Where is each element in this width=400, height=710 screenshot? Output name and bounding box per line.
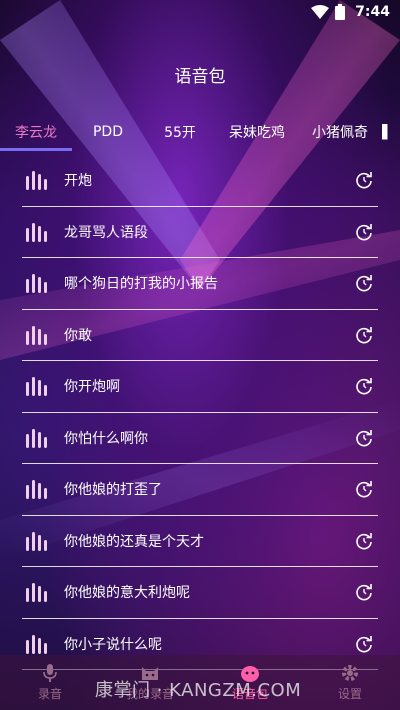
status-time: 7:44 (355, 4, 390, 20)
battery-icon (335, 4, 346, 20)
voice-clip-row[interactable]: 你他娘的意大利炮呢 (22, 567, 378, 619)
voice-clip-label: 你小子说什么呢 (64, 636, 162, 653)
replay-icon[interactable] (354, 582, 374, 602)
replay-icon[interactable] (354, 634, 374, 654)
microphone-icon (43, 664, 57, 682)
status-bar: 7:44 (0, 0, 400, 24)
voice-clip-label: 龙哥骂人语段 (64, 224, 148, 241)
voice-clip-row[interactable]: 哪个狗日的打我的小报告 (22, 258, 378, 310)
voice-clip-row[interactable]: 你开炮啊 (22, 361, 378, 413)
tab-pdd[interactable]: PDD (72, 124, 144, 140)
nav-settings-label: 设置 (337, 687, 362, 701)
tab-55kai[interactable]: 55开 (144, 122, 216, 142)
audio-bars-icon (26, 583, 47, 603)
voice-clip-row[interactable]: 你他娘的打歪了 (22, 464, 378, 516)
replay-icon[interactable] (354, 531, 374, 551)
voice-clip-row[interactable]: 开炮 (22, 155, 378, 207)
audio-bars-icon (26, 634, 47, 654)
voice-clip-label: 你敢 (64, 327, 92, 344)
replay-icon[interactable] (354, 273, 374, 293)
tab-daimei-chiji[interactable]: 呆妹吃鸡 (216, 122, 298, 142)
replay-icon[interactable] (354, 170, 374, 190)
nav-record-label: 录音 (37, 687, 62, 701)
replay-icon[interactable] (354, 376, 374, 396)
voice-clip-label: 哪个狗日的打我的小报告 (64, 276, 218, 293)
voice-pack-tabs: 李云龙 PDD 55开 呆妹吃鸡 小猪佩奇 ▌ (0, 112, 400, 152)
voice-clip-label: 你他娘的还真是个天才 (64, 533, 204, 550)
voice-clip-list: 开炮龙哥骂人语段哪个狗日的打我的小报告 你敢你开炮啊你怕什么啊你 你他娘的打歪了你他… (22, 155, 378, 670)
voice-clip-label: 你怕什么啊你 (64, 430, 148, 447)
replay-icon[interactable] (354, 479, 374, 499)
replay-icon[interactable] (354, 428, 374, 448)
audio-bars-icon (26, 428, 47, 448)
nav-settings[interactable]: 设置 (300, 655, 400, 710)
voice-clip-row[interactable]: 龙哥骂人语段 (22, 207, 378, 258)
gear-icon (342, 665, 358, 681)
replay-icon[interactable] (354, 325, 374, 345)
voice-clip-label: 你他娘的打歪了 (64, 482, 162, 499)
audio-bars-icon (26, 325, 47, 345)
active-tab-indicator (0, 148, 72, 151)
voice-clip-row[interactable]: 你敢 (22, 310, 378, 361)
tab-li-yunlong[interactable]: 李云龙 (0, 122, 72, 142)
audio-bars-icon (26, 274, 47, 294)
nav-record[interactable]: 录音 (0, 655, 100, 710)
wifi-icon (311, 5, 330, 19)
voice-clip-label: 你开炮啊 (64, 379, 120, 396)
audio-bars-icon (26, 531, 47, 551)
voice-clip-row[interactable]: 你怕什么啊你 (22, 413, 378, 464)
replay-icon[interactable] (354, 222, 374, 242)
page-title: 语音包 (174, 67, 226, 87)
audio-bars-icon (26, 377, 47, 397)
watermark: 康掌门 · KANGZM.COM (95, 680, 302, 701)
tab-peppa-pig[interactable]: 小猪佩奇 (298, 122, 382, 142)
audio-bars-icon (26, 171, 47, 191)
voice-clip-label: 开炮 (64, 173, 92, 190)
tab-overflow-partial[interactable]: ▌ (382, 124, 400, 140)
audio-bars-icon (26, 222, 47, 242)
voice-clip-row[interactable]: 你他娘的还真是个天才 (22, 516, 378, 567)
audio-bars-icon (26, 480, 47, 500)
voice-clip-label: 你他娘的意大利炮呢 (64, 585, 190, 602)
